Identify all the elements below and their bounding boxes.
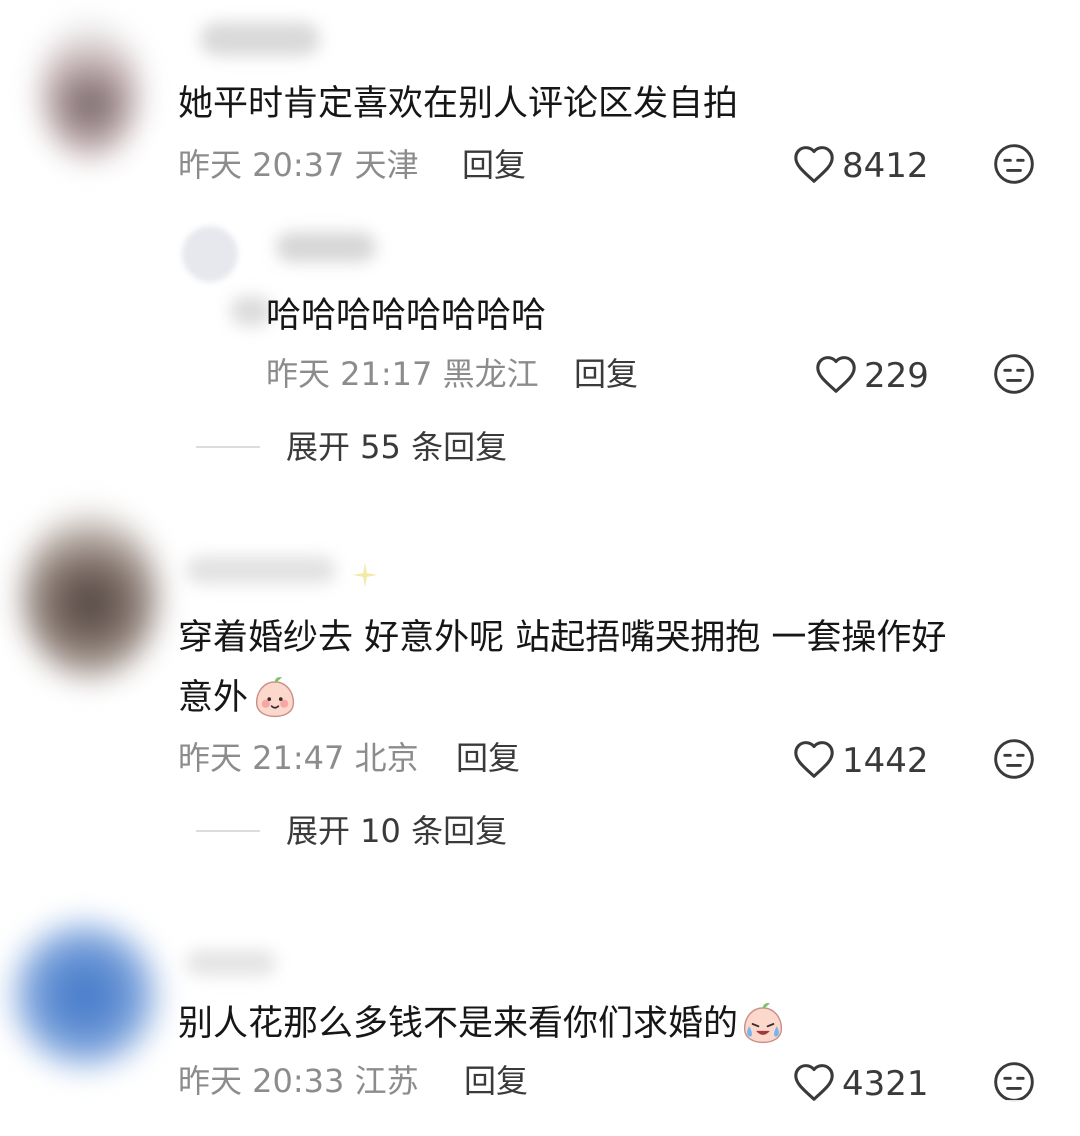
username[interactable] [186, 556, 336, 584]
like-button[interactable]: 8412 [792, 144, 929, 188]
comment-meta: 昨天 20:37 天津 [178, 146, 419, 184]
like-count: 4321 [842, 1064, 929, 1104]
comment-text: 她平时肯定喜欢在别人评论区发自拍 [178, 84, 739, 124]
avatar[interactable] [20, 510, 160, 680]
reply-button[interactable]: 回复 [462, 145, 526, 185]
expand-replies-label: 展开 55 条回复 [286, 428, 508, 466]
neutral-face-icon [992, 144, 1036, 190]
comment-text-line-1: 穿着婚纱去 好意外呢 站起捂嘴哭拥抱 一套操作好 [178, 618, 947, 658]
neutral-face-icon [992, 739, 1036, 785]
username[interactable] [186, 950, 276, 976]
watermark [830, 1100, 1080, 1136]
username[interactable] [200, 22, 320, 56]
sparkle-icon [350, 560, 380, 590]
reply-dislike-button[interactable] [992, 352, 1036, 400]
like-button[interactable]: 1442 [792, 739, 929, 783]
like-count: 1442 [842, 741, 929, 781]
heart-outline-icon [792, 739, 836, 783]
dislike-button[interactable] [992, 737, 1036, 785]
like-count: 8412 [842, 146, 929, 186]
reply-avatar[interactable] [182, 226, 238, 282]
divider-line [196, 446, 260, 448]
like-count: 229 [864, 356, 929, 396]
crying-laughing-peach-emoji [740, 1001, 786, 1047]
reply-reply-button[interactable]: 回复 [574, 354, 638, 394]
expand-replies-button[interactable]: 展开 55 条回复 [196, 427, 507, 467]
comment-meta: 昨天 21:47 北京 [178, 739, 419, 777]
dislike-button[interactable] [992, 142, 1036, 190]
expand-replies-button[interactable]: 展开 10 条回复 [196, 811, 507, 851]
avatar[interactable] [40, 20, 140, 160]
comment-text: 别人花那么多钱不是来看你们求婚的 [178, 1004, 739, 1044]
reply-button[interactable]: 回复 [456, 738, 520, 778]
comment-text-row: 别人花那么多钱不是来看你们求婚的 [178, 1000, 786, 1048]
comment-meta: 昨天 20:33 江苏 [178, 1062, 419, 1100]
heart-outline-icon [814, 354, 858, 398]
reply-button[interactable]: 回复 [464, 1061, 528, 1101]
neutral-face-icon [992, 354, 1036, 400]
reply-like-button[interactable]: 229 [814, 354, 929, 398]
reply-text: 哈哈哈哈哈哈哈哈 [266, 296, 547, 336]
expand-replies-label: 展开 10 条回复 [286, 812, 508, 850]
comment-text-line-2-row: 意外 [178, 674, 298, 722]
divider-line [196, 830, 260, 832]
reply-username[interactable] [276, 232, 376, 262]
comment-text-line-2: 意外 [178, 678, 249, 718]
avatar[interactable] [10, 920, 160, 1070]
smiling-peach-emoji [252, 675, 298, 721]
heart-outline-icon [792, 144, 836, 188]
reply-meta: 昨天 21:17 黑龙江 [266, 355, 539, 393]
